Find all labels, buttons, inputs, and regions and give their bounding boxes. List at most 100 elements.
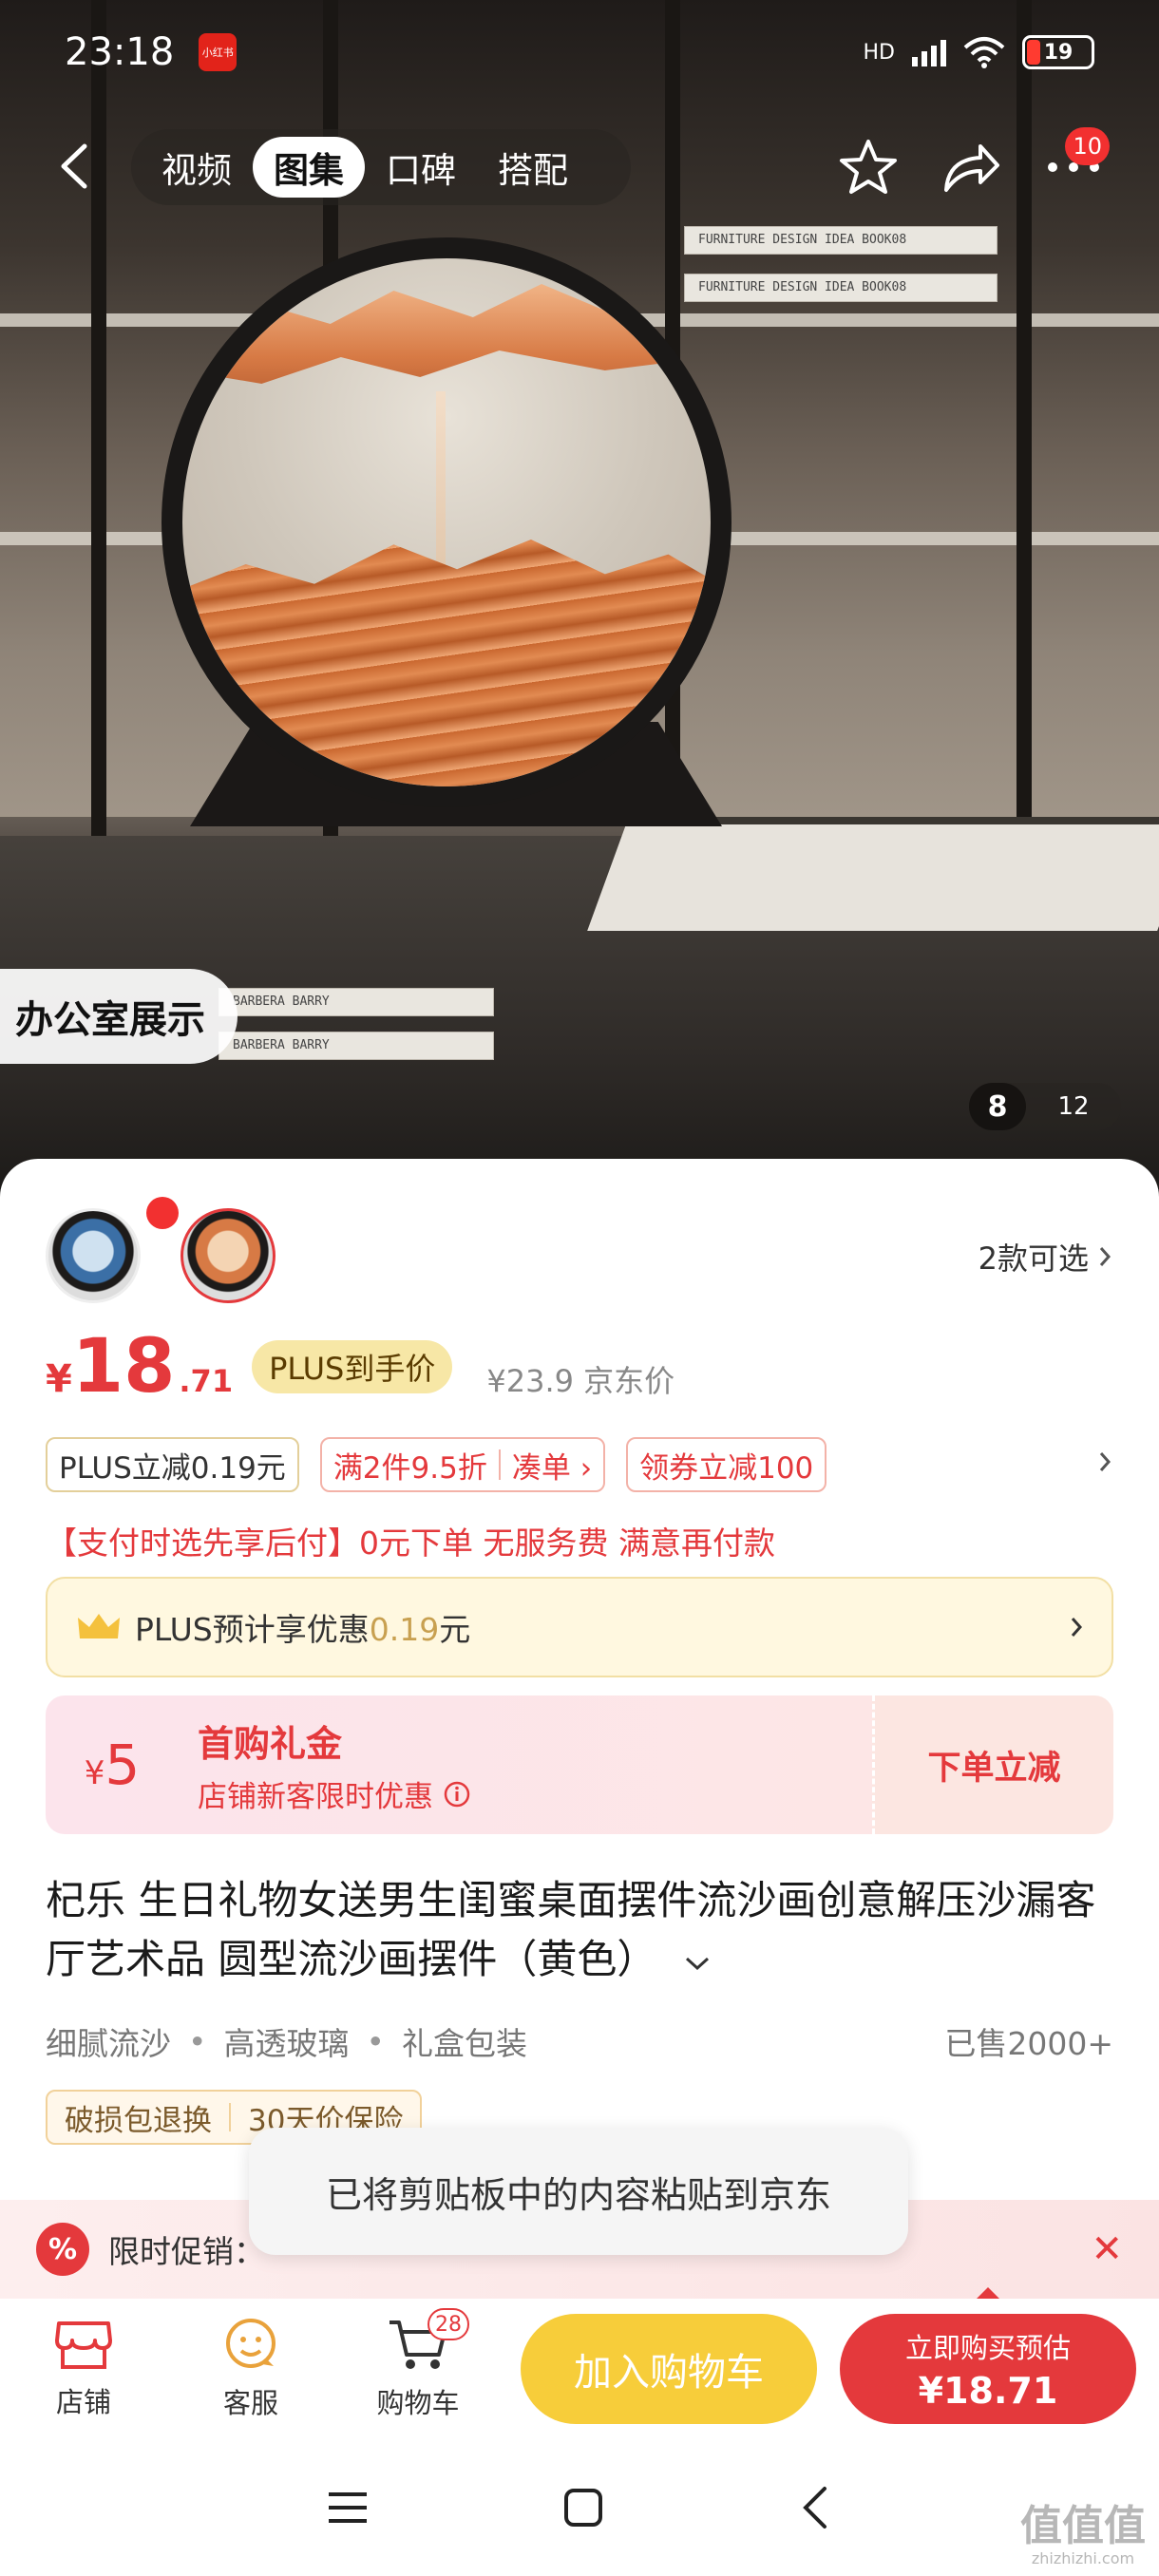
original-price: ¥23.9 京东价: [486, 1363, 675, 1399]
promo-banner-label: 限时促销：: [108, 2233, 265, 2270]
system-navigation-bar: [0, 2439, 1159, 2576]
clipboard-toast: 已将剪贴板中的内容粘贴到京东: [249, 2128, 908, 2255]
coupon-value: ¥ 5: [46, 1733, 179, 1797]
share-button[interactable]: [935, 131, 1007, 203]
book-spine: FURNITURE DESIGN IDEA BOOK08: [684, 226, 998, 255]
coupon-symbol: ¥: [84, 1754, 105, 1792]
promo-tag-text: 满2件9.5折: [332, 1450, 487, 1486]
price-decimal: .71: [179, 1363, 234, 1399]
chevron-down-icon[interactable]: [683, 1954, 712, 1973]
battery-icon: 19: [1022, 35, 1094, 69]
plus-discount-amount: 0.19: [369, 1611, 440, 1648]
home-icon[interactable]: [560, 2485, 606, 2530]
star-icon: [840, 140, 897, 194]
tab-matching[interactable]: 搭配: [477, 137, 589, 198]
status-bar: 23:18 小红书 HD 19: [0, 0, 1159, 104]
variant-thumb-yellow[interactable]: [180, 1208, 276, 1303]
add-to-cart-button[interactable]: 加入购物车: [521, 2314, 817, 2424]
product-features: 细腻流沙 • 高透玻璃 • 礼盒包装 已售2000+: [46, 2018, 1113, 2064]
plus-price-tag: PLUS到手价: [252, 1340, 453, 1393]
buy-now-label: 立即购买预估: [904, 2332, 1071, 2364]
plus-discount-text: PLUS预计享优惠0.19元: [135, 1604, 470, 1650]
network-type-label: HD: [863, 40, 895, 65]
gallery-pager: 8 12: [969, 1083, 1121, 1130]
coupon-action-button[interactable]: 下单立减: [872, 1695, 1113, 1834]
message-count-badge: 10: [1065, 127, 1110, 165]
book-spine: BARBERA BARRY: [218, 1032, 494, 1060]
sand-art-frame: [162, 237, 732, 807]
bullet-separator: •: [366, 2022, 385, 2060]
hot-flame-icon: [146, 1197, 179, 1229]
after-pay-notice[interactable]: 【支付时选先享后付】0元下单 无服务费 满意再付款: [46, 1518, 775, 1563]
chevron-left-icon: [61, 143, 87, 189]
coupon-body: ¥ 5 首购礼金 店铺新客限时优惠: [46, 1695, 872, 1834]
watermark-url: zhizhizhi.com: [1031, 2549, 1135, 2567]
gallery-tabs: 视频 图集 口碑 搭配: [131, 129, 631, 205]
plus-discount-suffix: 元: [439, 1611, 471, 1648]
promo-tag-coupon[interactable]: 领券立减100: [626, 1437, 827, 1492]
product-title[interactable]: 杞乐 生日礼物女送男生闺蜜桌面摆件流沙画创意解压沙漏客厅艺术品 圆型流沙画摆件（…: [46, 1871, 1119, 1989]
promo-tag-extra: 凑单 ›: [511, 1450, 593, 1486]
cart-button[interactable]: 28 购物车: [334, 2299, 502, 2439]
site-watermark: 值值值 zhizhizhi.com: [1020, 2506, 1146, 2567]
favorite-button[interactable]: [832, 131, 904, 203]
shop-label: 店铺: [55, 2386, 111, 2418]
price-integer: 18: [71, 1324, 176, 1410]
wifi-icon: [963, 37, 1005, 68]
top-navigation: 视频 图集 口碑 搭配 10: [0, 123, 1159, 209]
status-time: 23:18: [65, 30, 175, 74]
back-button[interactable]: [42, 133, 108, 199]
shop-button[interactable]: 店铺: [0, 2299, 167, 2439]
first-purchase-coupon[interactable]: ¥ 5 首购礼金 店铺新客限时优惠 下单立减: [46, 1695, 1113, 1834]
back-nav-icon[interactable]: [796, 2485, 834, 2530]
chevron-right-icon: [1071, 1618, 1083, 1637]
pager-current: 8: [969, 1083, 1026, 1130]
variant-count-label: 2款可选: [978, 1241, 1089, 1277]
more-button[interactable]: 10: [1037, 127, 1110, 203]
coupon-title: 首购礼金: [198, 1723, 343, 1765]
feature-item: 细腻流沙: [46, 2025, 171, 2062]
share-icon: [944, 144, 999, 192]
notification-app-icon: 小红书: [199, 33, 238, 71]
chevron-right-icon: [1099, 1247, 1112, 1266]
service-tag: 破损包退换: [65, 2103, 212, 2138]
book-spine: BARBERA BARRY: [218, 988, 494, 1016]
feature-item: 高透玻璃: [223, 2025, 350, 2062]
buy-now-price: ¥18.71: [918, 2370, 1058, 2412]
bottom-action-bar: 店铺 客服 28 购物车 加入购物车 立即购买预估 ¥18.71: [0, 2299, 1159, 2439]
promo-tag-plus[interactable]: PLUS立减0.19元: [46, 1437, 299, 1492]
price-row: ¥ 18 .71 PLUS到手价 ¥23.9 京东价: [46, 1330, 674, 1404]
divider: [498, 1449, 501, 1480]
open-book: [587, 817, 1159, 931]
coupon-subtitle: 店铺新客限时优惠: [198, 1780, 433, 1814]
book-spine: FURNITURE DESIGN IDEA BOOK08: [684, 274, 998, 302]
bullet-separator: •: [188, 2022, 207, 2060]
customer-service-label: 客服: [222, 2387, 278, 2419]
close-icon[interactable]: ✕: [1091, 2227, 1123, 2271]
buy-now-button[interactable]: 立即购买预估 ¥18.71: [840, 2314, 1136, 2424]
variant-count-link[interactable]: 2款可选: [978, 1235, 1112, 1279]
promo-tags[interactable]: PLUS立减0.19元 满2件9.5折 凑单 › 领券立减100: [46, 1437, 827, 1492]
menu-icon[interactable]: [325, 2489, 370, 2527]
battery-level: 19: [1043, 40, 1074, 65]
scene-label: 办公室展示: [0, 969, 238, 1064]
watermark-text: 值值值: [1020, 2502, 1146, 2550]
plus-discount-bar[interactable]: PLUS预计享优惠0.19元: [46, 1577, 1113, 1677]
cart-label: 购物车: [376, 2387, 460, 2419]
pager-total: 12: [1057, 1092, 1090, 1121]
plus-discount-prefix: PLUS预计享优惠: [135, 1611, 370, 1648]
customer-service-button[interactable]: 客服: [167, 2299, 334, 2439]
variant-thumb-blue[interactable]: [46, 1208, 141, 1303]
shop-icon: [55, 2321, 112, 2369]
tab-reviews[interactable]: 口碑: [365, 137, 477, 198]
tab-video[interactable]: 视频: [141, 137, 253, 198]
tab-gallery[interactable]: 图集: [253, 137, 365, 198]
customer-service-icon: [226, 2319, 276, 2368]
sand-dunes: [182, 540, 711, 786]
info-icon[interactable]: [443, 1780, 471, 1809]
sold-count: 已售2000+: [944, 2025, 1113, 2062]
discount-percent-icon: %: [36, 2223, 89, 2276]
promo-tag-multi-buy[interactable]: 满2件9.5折 凑单 ›: [319, 1437, 606, 1492]
crown-icon: [78, 1614, 120, 1638]
chevron-right-icon[interactable]: [1098, 1450, 1112, 1473]
